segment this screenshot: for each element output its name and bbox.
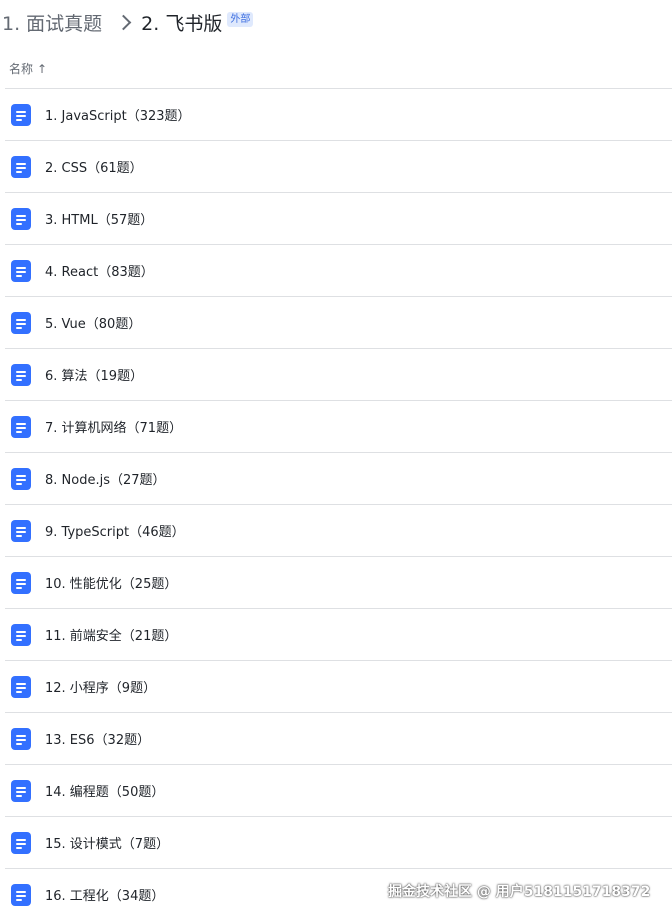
breadcrumb: 1. 面试真题 2. 飞书版 外部 <box>2 6 254 38</box>
doc-icon <box>11 675 31 698</box>
list-item[interactable]: 8. Node.js（27题） <box>5 452 672 504</box>
list-item[interactable]: 1. JavaScript（323题） <box>5 88 672 140</box>
list-item[interactable]: 11. 前端安全（21题） <box>5 608 672 660</box>
external-badge: 外部 <box>227 11 254 27</box>
list-item-label: 11. 前端安全（21题） <box>45 629 178 644</box>
document-list: 1. JavaScript（323题） 2. CSS（61题） 3. HTML（57… <box>5 88 672 920</box>
list-item[interactable]: 13. ES6（32题） <box>5 712 672 764</box>
doc-icon <box>11 467 31 490</box>
list-item-label: 8. Node.js（27题） <box>45 473 166 488</box>
list-item-label: 6. 算法（19题） <box>45 369 144 384</box>
chevron-right-icon <box>115 14 132 30</box>
doc-icon <box>11 155 31 178</box>
list-item[interactable]: 2. CSS（61题） <box>5 140 672 192</box>
list-item-label: 16. 工程化（34题） <box>45 889 165 904</box>
list-item-label: 10. 性能优化（25题） <box>45 577 178 592</box>
list-item[interactable]: 9. TypeScript（46题） <box>5 504 672 556</box>
arrow-up-icon: ↑ <box>37 61 48 76</box>
watermark: 掘金技术社区 @ 用户5181151718372 <box>388 884 651 900</box>
list-item-label: 1. JavaScript（323题） <box>45 109 191 124</box>
list-item[interactable]: 6. 算法（19题） <box>5 348 672 400</box>
name-column-label: 名称 <box>9 62 34 76</box>
list-item[interactable]: 14. 编程题（50题） <box>5 764 672 816</box>
list-item-label: 9. TypeScript（46题） <box>45 525 185 540</box>
doc-icon <box>11 519 31 542</box>
doc-icon <box>11 363 31 386</box>
doc-icon <box>11 623 31 646</box>
list-item-label: 13. ES6（32题） <box>45 733 151 748</box>
list-item[interactable]: 5. Vue（80题） <box>5 296 672 348</box>
list-item-label: 4. React（83题） <box>45 265 154 280</box>
list-item[interactable]: 3. HTML（57题） <box>5 192 672 244</box>
list-item-label: 14. 编程题（50题） <box>45 785 165 800</box>
doc-icon <box>11 311 31 334</box>
doc-icon <box>11 207 31 230</box>
list-item[interactable]: 10. 性能优化（25题） <box>5 556 672 608</box>
name-column-header[interactable]: 名称 ↑ <box>9 60 47 77</box>
doc-icon <box>11 259 31 282</box>
breadcrumb-parent-link[interactable]: 1. 面试真题 <box>2 9 102 36</box>
list-item-label: 12. 小程序（9题） <box>45 681 157 696</box>
breadcrumb-current: 2. 飞书版 <box>141 12 223 35</box>
list-item[interactable]: 15. 设计模式（7题） <box>5 816 672 868</box>
doc-icon <box>11 727 31 750</box>
doc-icon <box>11 779 31 802</box>
doc-icon <box>11 415 31 438</box>
list-item-label: 3. HTML（57题） <box>45 213 154 228</box>
doc-icon <box>11 571 31 594</box>
list-item[interactable]: 4. React（83题） <box>5 244 672 296</box>
doc-icon <box>11 103 31 126</box>
list-item-label: 15. 设计模式（7题） <box>45 837 170 852</box>
list-item-label: 2. CSS（61题） <box>45 161 143 176</box>
list-item[interactable]: 7. 计算机网络（71题） <box>5 400 672 452</box>
list-item-label: 5. Vue（80题） <box>45 317 142 332</box>
list-item-label: 7. 计算机网络（71题） <box>45 421 183 436</box>
doc-icon <box>11 883 31 906</box>
doc-icon <box>11 831 31 854</box>
list-item[interactable]: 12. 小程序（9题） <box>5 660 672 712</box>
